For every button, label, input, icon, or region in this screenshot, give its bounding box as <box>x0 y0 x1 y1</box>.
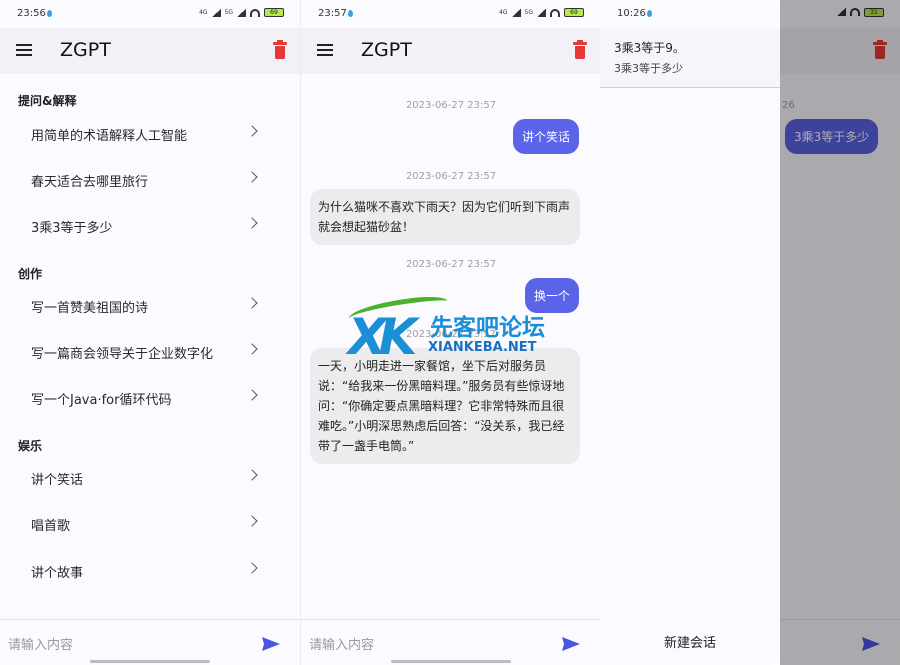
status-bar: 23:57 4G 5G 69 <box>301 0 600 28</box>
watermark-logo: XK 先客吧论坛 XIANKEBA.NET <box>347 293 558 370</box>
signal-icon <box>537 8 546 17</box>
delete-icon[interactable] <box>573 40 587 59</box>
status-time: 10:26 <box>617 8 646 19</box>
chevron-right-icon <box>246 171 258 183</box>
menu-icon[interactable] <box>16 44 32 56</box>
prompt-label: 写一首赞美祖国的诗 <box>31 301 149 316</box>
conversation-item[interactable]: 3乘3等于9。 3乘3等于多少 <box>600 28 780 88</box>
status-icons: 4G 5G 69 <box>199 8 284 17</box>
chevron-right-icon <box>246 562 258 574</box>
message-timestamp: 2023-06-27 23:57 <box>405 100 497 111</box>
section-title-creation: 创作 <box>18 267 43 281</box>
new-chat-button[interactable]: 新建会话 <box>600 632 780 651</box>
prompt-item[interactable]: 用简单的术语解释人工智能 <box>0 113 300 153</box>
section-title-qa: 提问&解释 <box>18 94 77 108</box>
home-indicator[interactable] <box>90 660 210 663</box>
message-input[interactable] <box>8 634 238 656</box>
prompt-label: 春天适合去哪里旅行 <box>31 175 149 190</box>
signal-icon <box>511 8 521 17</box>
prompt-label: 用简单的术语解释人工智能 <box>31 129 188 144</box>
chevron-right-icon <box>246 469 258 481</box>
prompt-item[interactable]: 3乘3等于多少 <box>0 205 300 245</box>
drawer-screen: 26 3乘3等于多少 31 10:26 3乘3等于9。 3乘3等于多少 新建会话 <box>600 0 900 665</box>
bot-message-bubble: 为什么猫咪不喜欢下雨天？因为它们听到下雨声就会想起猫砂盆！ <box>310 189 580 245</box>
stage: 23:56 4G 5G 69 ZGPT 提问&解释 用简单的术语解释人工智能 春… <box>0 0 900 665</box>
status-icons: 4G 5G 69 <box>499 8 584 17</box>
status-bar: 23:56 4G 5G 69 <box>0 0 300 28</box>
message-input[interactable] <box>309 634 539 656</box>
chevron-right-icon <box>246 389 258 401</box>
prompt-item[interactable]: 讲个故事 <box>0 550 300 590</box>
user-message-bubble: 讲个笑话 <box>512 119 579 154</box>
input-bar <box>301 619 600 665</box>
notification-icon <box>647 10 652 17</box>
battery-icon: 69 <box>564 8 584 17</box>
status-time: 23:56 <box>17 8 46 19</box>
prompt-label: 3乘3等于多少 <box>31 221 113 236</box>
delete-icon[interactable] <box>273 40 287 59</box>
status-time: 23:57 <box>318 8 347 19</box>
logo-mark: XK <box>348 308 417 366</box>
signal-icon <box>211 8 221 17</box>
prompt-item[interactable]: 春天适合去哪里旅行 <box>0 159 300 199</box>
home-indicator[interactable] <box>390 660 511 663</box>
prompt-label: 唱首歌 <box>31 519 71 534</box>
conversation-title: 3乘3等于9。 <box>614 41 685 55</box>
notification-icon <box>47 10 52 17</box>
signal-icon <box>237 8 246 17</box>
prompt-item[interactable]: 唱首歌 <box>0 503 300 543</box>
input-bar <box>0 619 300 665</box>
prompt-item[interactable]: 写一首赞美祖国的诗 <box>0 285 300 325</box>
prompt-label: 写一个Java·for循环代码 <box>31 393 172 408</box>
section-title-fun: 娱乐 <box>18 439 43 453</box>
notification-icon <box>348 10 353 17</box>
app-bar: ZGPT <box>0 28 300 74</box>
prompt-item[interactable]: 写一个Java·for循环代码 <box>0 377 300 417</box>
wifi-icon <box>550 8 560 17</box>
prompt-item[interactable]: 讲个笑话 <box>0 457 300 497</box>
logo-text-cn: 先客吧论坛 <box>430 315 545 341</box>
app-bar: ZGPT <box>301 28 600 74</box>
message-timestamp: 2023-06-27 23:57 <box>405 171 497 182</box>
net-4g-label: 4G <box>199 8 208 16</box>
conversation-subtitle: 3乘3等于多少 <box>614 62 683 75</box>
chevron-right-icon <box>246 297 258 309</box>
message-timestamp: 2023-06-27 23:57 <box>405 259 497 270</box>
net-5g-label: 5G <box>224 8 233 16</box>
prompt-item[interactable]: 写一篇商会领导关于企业数字化 <box>0 331 300 371</box>
chevron-right-icon <box>246 515 258 527</box>
battery-icon: 69 <box>264 8 284 17</box>
chevron-right-icon <box>246 217 258 229</box>
app-title: ZGPT <box>361 39 412 61</box>
menu-icon[interactable] <box>317 44 333 56</box>
drawer-scrim[interactable] <box>780 0 900 665</box>
logo-text-en: XIANKEBA.NET <box>428 340 537 355</box>
net-5g-label: 5G <box>524 8 533 16</box>
net-4g-label: 4G <box>499 8 508 16</box>
navigation-drawer: 10:26 3乘3等于9。 3乘3等于多少 新建会话 <box>600 0 780 665</box>
send-icon[interactable] <box>562 637 580 651</box>
wifi-icon <box>250 8 260 17</box>
chevron-right-icon <box>246 343 258 355</box>
home-screen: 23:56 4G 5G 69 ZGPT 提问&解释 用简单的术语解释人工智能 春… <box>0 0 300 665</box>
chevron-right-icon <box>246 125 258 137</box>
prompt-label: 写一篇商会领导关于企业数字化 <box>31 347 214 362</box>
prompt-label: 讲个笑话 <box>31 473 84 488</box>
app-title: ZGPT <box>60 39 111 61</box>
prompt-label: 讲个故事 <box>31 566 84 581</box>
send-icon[interactable] <box>262 637 280 651</box>
